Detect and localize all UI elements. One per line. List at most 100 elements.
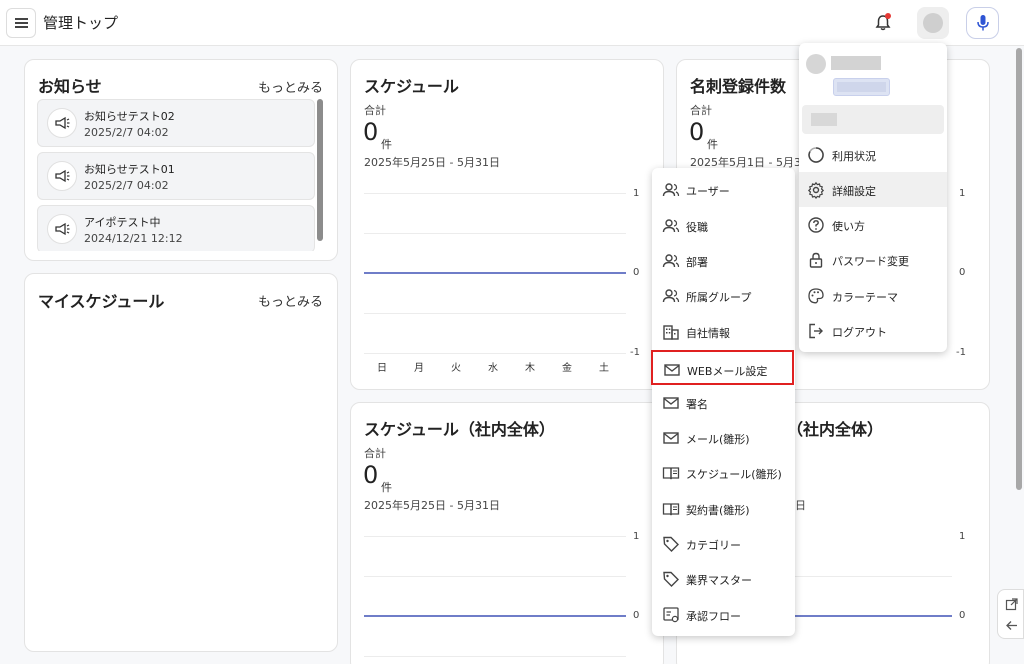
flow-icon — [663, 607, 679, 623]
menu-item-label: 自社情報 — [686, 327, 730, 340]
menu-item-label: 利用状況 — [832, 150, 876, 163]
my-schedule-title: マイスケジュール — [38, 292, 165, 311]
users-icon — [662, 183, 680, 197]
x-tick-label: 火 — [451, 363, 461, 374]
menu-item-label: 役職 — [686, 221, 708, 234]
menu-item-departments[interactable]: 部署 — [652, 243, 795, 278]
menu-item-label: ログアウト — [832, 326, 887, 339]
menu-item-web-mail-settings[interactable]: WEBメール設定 — [651, 350, 794, 385]
notification-dot — [885, 13, 891, 19]
users-icon — [662, 254, 680, 268]
grid-line — [795, 576, 952, 577]
megaphone-icon — [47, 108, 77, 138]
menu-item-label: スケジュール(雛形) — [686, 468, 782, 481]
schedule-company-total-label: 合計 — [364, 447, 386, 460]
y-tick-label: 1 — [633, 188, 640, 199]
schedule-company-total-value: 0 — [363, 461, 379, 489]
grid-line — [364, 536, 626, 537]
menu-item-label: 所属グループ — [686, 291, 752, 304]
hamburger-icon — [14, 18, 28, 28]
menu-item-industry-master[interactable]: 業界マスター — [652, 561, 795, 596]
hamburger-menu-button[interactable] — [6, 8, 36, 38]
menu-item-logout[interactable]: ログアウト — [799, 313, 947, 348]
menu-item-label: パスワード変更 — [832, 255, 909, 268]
settings-dropdown-menu: ユーザー 役職 部署 所属グループ 自社情報 WEBメール設定 署名 メール(雛… — [651, 168, 795, 636]
grid-line — [364, 233, 626, 234]
news-item-date: 2024/12/21 12:12 — [84, 232, 183, 245]
menu-item-positions[interactable]: 役職 — [652, 208, 795, 243]
news-more-link[interactable]: もっとみる — [258, 77, 323, 96]
schedule-company-title: スケジュール（社内全体） — [364, 420, 555, 439]
news-item[interactable]: お知らせテスト02 2025/2/7 04:02 — [37, 99, 315, 147]
menu-item-color-theme[interactable]: カラーテーマ — [799, 278, 947, 313]
card-registrations-title: 名刺登録件数 — [690, 77, 787, 96]
news-card: お知らせ もっとみる お知らせテスト02 2025/2/7 04:02 お知らせ… — [24, 59, 338, 261]
menu-item-groups[interactable]: 所属グループ — [652, 278, 795, 313]
menu-item-users[interactable]: ユーザー — [652, 172, 795, 207]
tag-icon — [663, 571, 679, 587]
news-item-date: 2025/2/7 04:02 — [84, 179, 169, 192]
redacted-user-field[interactable] — [802, 105, 944, 134]
schedule-total-unit: 件 — [381, 138, 392, 151]
x-tick-label: 金 — [562, 363, 572, 374]
schedule-card: スケジュール 合計 0 件 2025年5月25日 - 5月31日 1 0 -1 … — [350, 59, 664, 390]
news-item[interactable]: アイポテスト中 2024/12/21 12:12 — [37, 205, 315, 251]
x-tick-label: 日 — [377, 363, 387, 374]
menu-item-how-to-use[interactable]: 使い方 — [799, 207, 947, 242]
menu-item-usage[interactable]: 利用状況 — [799, 137, 947, 172]
user-avatar-button[interactable] — [917, 7, 949, 39]
grid-line — [364, 193, 626, 194]
card-registrations-total-value: 0 — [689, 118, 705, 146]
page-title: 管理トップ — [43, 14, 119, 32]
news-item-date: 2025/2/7 04:02 — [84, 126, 169, 139]
menu-item-label: 部署 — [686, 256, 708, 269]
page-scrollbar[interactable] — [1016, 48, 1022, 490]
x-tick-label: 水 — [488, 363, 498, 374]
external-link-icon[interactable] — [1005, 598, 1018, 611]
menu-item-signature[interactable]: 署名 — [652, 385, 795, 420]
notification-bell-icon[interactable] — [873, 13, 893, 33]
schedule-total-label: 合計 — [364, 104, 386, 117]
y-tick-label: 0 — [959, 267, 966, 278]
mail-icon — [663, 397, 679, 409]
schedule-company-card: スケジュール（社内全体） 合計 0 件 2025年5月25日 - 5月31日 1… — [350, 402, 664, 664]
menu-item-advanced-settings[interactable]: 詳細設定 — [799, 172, 947, 207]
menu-item-mail-template[interactable]: メール(雛形) — [652, 420, 795, 455]
mail-icon — [663, 432, 679, 444]
menu-item-label: メール(雛形) — [686, 433, 750, 446]
news-item-title: アイポテスト中 — [84, 216, 161, 229]
menu-item-company-info[interactable]: 自社情報 — [652, 314, 795, 349]
chart-zero-line — [364, 272, 626, 274]
news-scrollbar[interactable] — [317, 99, 323, 241]
megaphone-icon — [47, 161, 77, 191]
user-dropdown-menu: 利用状況 詳細設定 使い方 パスワード変更 カラーテーマ ログアウト — [799, 43, 947, 352]
help-icon — [808, 217, 824, 233]
voice-input-button[interactable] — [966, 7, 999, 39]
menu-item-schedule-template[interactable]: スケジュール(雛形) — [652, 455, 795, 490]
my-schedule-more-link[interactable]: もっとみる — [258, 291, 323, 310]
menu-item-label: カラーテーマ — [832, 291, 898, 304]
menu-item-label: 使い方 — [832, 220, 865, 233]
schedule-total-value: 0 — [363, 118, 379, 146]
menu-item-change-password[interactable]: パスワード変更 — [799, 242, 947, 277]
usage-icon — [808, 147, 824, 163]
users-icon — [662, 219, 680, 233]
palette-icon — [808, 288, 824, 304]
right-lower-title: （社内全体） — [787, 420, 884, 439]
grid-line — [364, 313, 626, 314]
x-tick-label: 月 — [414, 363, 424, 374]
arrow-left-icon[interactable] — [1005, 619, 1018, 632]
chart-zero-line — [795, 615, 952, 617]
menu-item-category[interactable]: カテゴリー — [652, 526, 795, 561]
menu-item-label: WEBメール設定 — [687, 365, 768, 378]
menu-item-approval-flow[interactable]: 承認フロー — [652, 597, 795, 632]
y-tick-label: 0 — [633, 267, 640, 278]
side-tools-panel — [997, 589, 1024, 639]
chart-zero-line — [364, 615, 626, 617]
menu-item-label: カテゴリー — [686, 539, 741, 552]
app-header: 管理トップ — [0, 0, 1024, 46]
news-item[interactable]: お知らせテスト01 2025/2/7 04:02 — [37, 152, 315, 200]
users-icon — [662, 289, 680, 303]
menu-item-contract-template[interactable]: 契約書(雛形) — [652, 491, 795, 526]
redacted-user-name — [831, 56, 881, 70]
